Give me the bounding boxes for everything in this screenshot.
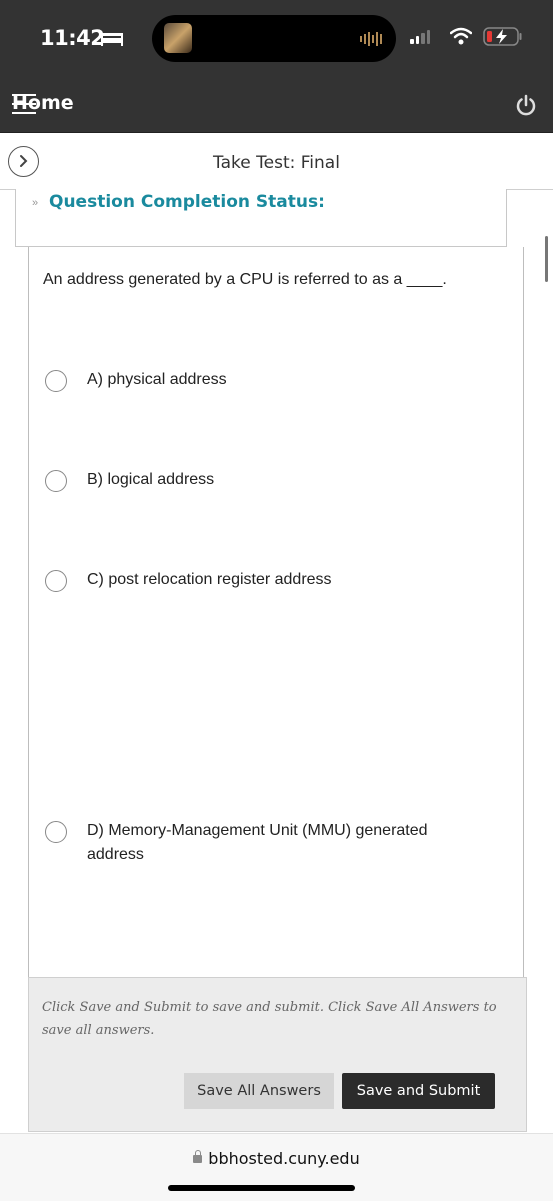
cellular-signal-icon bbox=[410, 28, 430, 44]
submit-footer: Click Save and Submit to save and submit… bbox=[28, 977, 527, 1132]
question-box: An address generated by a CPU is referre… bbox=[28, 247, 524, 977]
submit-instructions: Click Save and Submit to save and submit… bbox=[42, 1000, 497, 1038]
album-art-icon bbox=[164, 23, 192, 53]
url-text[interactable]: bbhosted.cuny.edu bbox=[208, 1149, 359, 1168]
audio-waveform-icon bbox=[360, 31, 382, 47]
answer-option-c[interactable]: C) post relocation register address bbox=[45, 570, 467, 592]
lock-icon bbox=[193, 1150, 203, 1163]
browser-address-bar[interactable]: bbhosted.cuny.edu bbox=[0, 1133, 553, 1201]
double-chevron-down-icon[interactable]: » bbox=[32, 197, 38, 209]
radio-button[interactable] bbox=[45, 821, 67, 843]
answer-option-b[interactable]: B) logical address bbox=[45, 470, 467, 492]
dynamic-island[interactable] bbox=[152, 15, 396, 62]
radio-button[interactable] bbox=[45, 370, 67, 392]
question-text: An address generated by a CPU is referre… bbox=[43, 271, 447, 288]
bed-icon bbox=[101, 33, 123, 46]
page-title: Take Test: Final bbox=[213, 153, 340, 173]
home-indicator[interactable] bbox=[168, 1185, 355, 1191]
completion-status-label[interactable]: Question Completion Status: bbox=[49, 192, 325, 212]
option-label[interactable]: B) logical address bbox=[87, 468, 467, 492]
page-title-bar: Take Test: Final bbox=[0, 133, 553, 190]
top-nav-bar: Home bbox=[0, 80, 553, 133]
answer-option-d[interactable]: D) Memory-Management Unit (MMU) generate… bbox=[45, 821, 467, 867]
wifi-icon bbox=[450, 27, 472, 45]
battery-charging-icon bbox=[483, 27, 522, 46]
question-completion-status-panel[interactable]: » Question Completion Status: bbox=[15, 189, 507, 247]
option-label[interactable]: D) Memory-Management Unit (MMU) generate… bbox=[87, 819, 467, 867]
power-icon[interactable] bbox=[515, 94, 537, 116]
answer-option-a[interactable]: A) physical address bbox=[45, 370, 467, 392]
status-bar: 11:42 bbox=[0, 0, 553, 80]
option-label[interactable]: A) physical address bbox=[87, 368, 467, 392]
save-and-submit-button[interactable]: Save and Submit bbox=[342, 1073, 495, 1109]
home-link[interactable]: Home bbox=[12, 92, 74, 114]
radio-button[interactable] bbox=[45, 470, 67, 492]
option-label[interactable]: C) post relocation register address bbox=[87, 568, 467, 592]
clock-time: 11:42 bbox=[40, 26, 105, 50]
url-display[interactable]: bbhosted.cuny.edu bbox=[0, 1149, 553, 1168]
scrollbar[interactable] bbox=[545, 236, 548, 282]
radio-button[interactable] bbox=[45, 570, 67, 592]
save-all-answers-button[interactable]: Save All Answers bbox=[184, 1073, 334, 1109]
